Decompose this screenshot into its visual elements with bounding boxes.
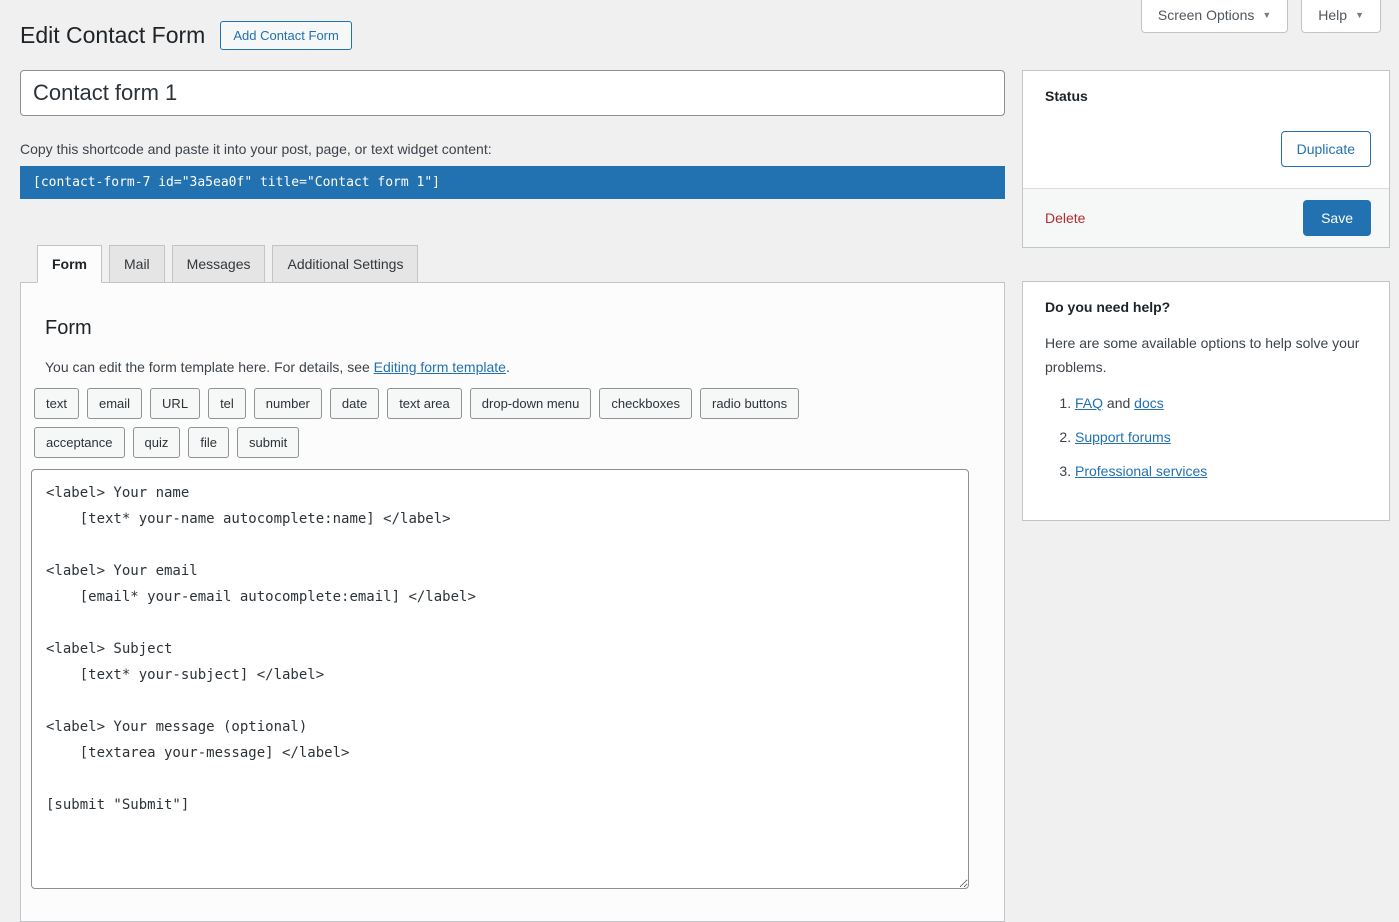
tag-generator-row-1: text email URL tel number date text area… <box>34 388 994 419</box>
shortcode-description: Copy this shortcode and paste it into yo… <box>20 141 1005 157</box>
help-list: FAQ and docs Support forums Professional… <box>1045 393 1367 482</box>
help-button[interactable]: Help ▼ <box>1301 0 1381 33</box>
faq-link[interactable]: FAQ <box>1075 395 1103 411</box>
tag-button-email[interactable]: email <box>87 388 142 419</box>
duplicate-button[interactable]: Duplicate <box>1281 131 1371 167</box>
main-content: Copy this shortcode and paste it into yo… <box>0 51 1399 922</box>
delete-link[interactable]: Delete <box>1045 210 1085 226</box>
editor-column: Copy this shortcode and paste it into yo… <box>20 70 1005 922</box>
help-item-middle-text: and <box>1103 395 1134 411</box>
editor-tabs: Form Mail Messages Additional Settings <box>37 245 1005 282</box>
tag-button-acceptance[interactable]: acceptance <box>34 427 125 458</box>
chevron-down-icon: ▼ <box>1262 11 1271 20</box>
tab-mail[interactable]: Mail <box>109 245 165 283</box>
help-list-item: Support forums <box>1075 427 1367 448</box>
duplicate-row: Duplicate <box>1045 131 1371 167</box>
sidebar-column: Status Duplicate Delete Save Do you need… <box>1022 70 1390 522</box>
tag-button-drop-down-menu[interactable]: drop-down menu <box>470 388 592 419</box>
tag-button-file[interactable]: file <box>188 427 229 458</box>
tag-button-radio-buttons[interactable]: radio buttons <box>700 388 799 419</box>
shortcode-input[interactable] <box>20 166 1005 199</box>
form-template-textarea[interactable]: <label> Your name [text* your-name autoc… <box>31 469 969 889</box>
shortcode-bar <box>20 166 1005 199</box>
tag-button-date[interactable]: date <box>330 388 379 419</box>
professional-services-link[interactable]: Professional services <box>1075 463 1207 479</box>
save-button[interactable]: Save <box>1303 200 1371 236</box>
screen-options-label: Screen Options <box>1158 7 1255 23</box>
tab-form[interactable]: Form <box>37 245 102 283</box>
status-heading: Status <box>1045 88 1371 104</box>
description-text-after: . <box>506 359 510 375</box>
page-title: Edit Contact Form <box>20 21 205 51</box>
form-panel-heading: Form <box>45 317 994 340</box>
tag-button-text[interactable]: text <box>34 388 79 419</box>
tag-button-url[interactable]: URL <box>150 388 200 419</box>
chevron-down-icon: ▼ <box>1355 11 1364 20</box>
screen-meta-links: Screen Options ▼ Help ▼ <box>1141 0 1381 33</box>
form-panel-description: You can edit the form template here. For… <box>45 359 994 375</box>
form-title-input[interactable] <box>20 70 1005 116</box>
tag-button-checkboxes[interactable]: checkboxes <box>599 388 692 419</box>
description-text-before: You can edit the form template here. For… <box>45 359 374 375</box>
status-box: Status Duplicate Delete Save <box>1022 70 1390 248</box>
tag-generator-row-2: acceptance quiz file submit <box>34 427 994 458</box>
form-panel: Form You can edit the form template here… <box>20 282 1005 922</box>
docs-link[interactable]: docs <box>1134 395 1164 411</box>
tag-button-number[interactable]: number <box>254 388 322 419</box>
support-forums-link[interactable]: Support forums <box>1075 429 1171 445</box>
help-label: Help <box>1318 7 1347 23</box>
help-list-item: FAQ and docs <box>1075 393 1367 414</box>
tag-button-tel[interactable]: tel <box>208 388 246 419</box>
help-list-item: Professional services <box>1075 461 1367 482</box>
status-box-body: Status Duplicate <box>1023 71 1389 188</box>
tag-button-text-area[interactable]: text area <box>387 388 462 419</box>
screen-options-button[interactable]: Screen Options ▼ <box>1141 0 1288 33</box>
help-heading: Do you need help? <box>1045 299 1367 315</box>
tag-button-submit[interactable]: submit <box>237 427 299 458</box>
status-box-footer: Delete Save <box>1023 188 1389 247</box>
tab-messages[interactable]: Messages <box>172 245 266 283</box>
tag-button-quiz[interactable]: quiz <box>133 427 181 458</box>
add-contact-form-button[interactable]: Add Contact Form <box>220 21 352 50</box>
tab-additional-settings[interactable]: Additional Settings <box>272 245 418 283</box>
help-intro: Here are some available options to help … <box>1045 332 1367 380</box>
editing-form-template-link[interactable]: Editing form template <box>374 359 506 375</box>
help-box: Do you need help? Here are some availabl… <box>1022 281 1390 522</box>
